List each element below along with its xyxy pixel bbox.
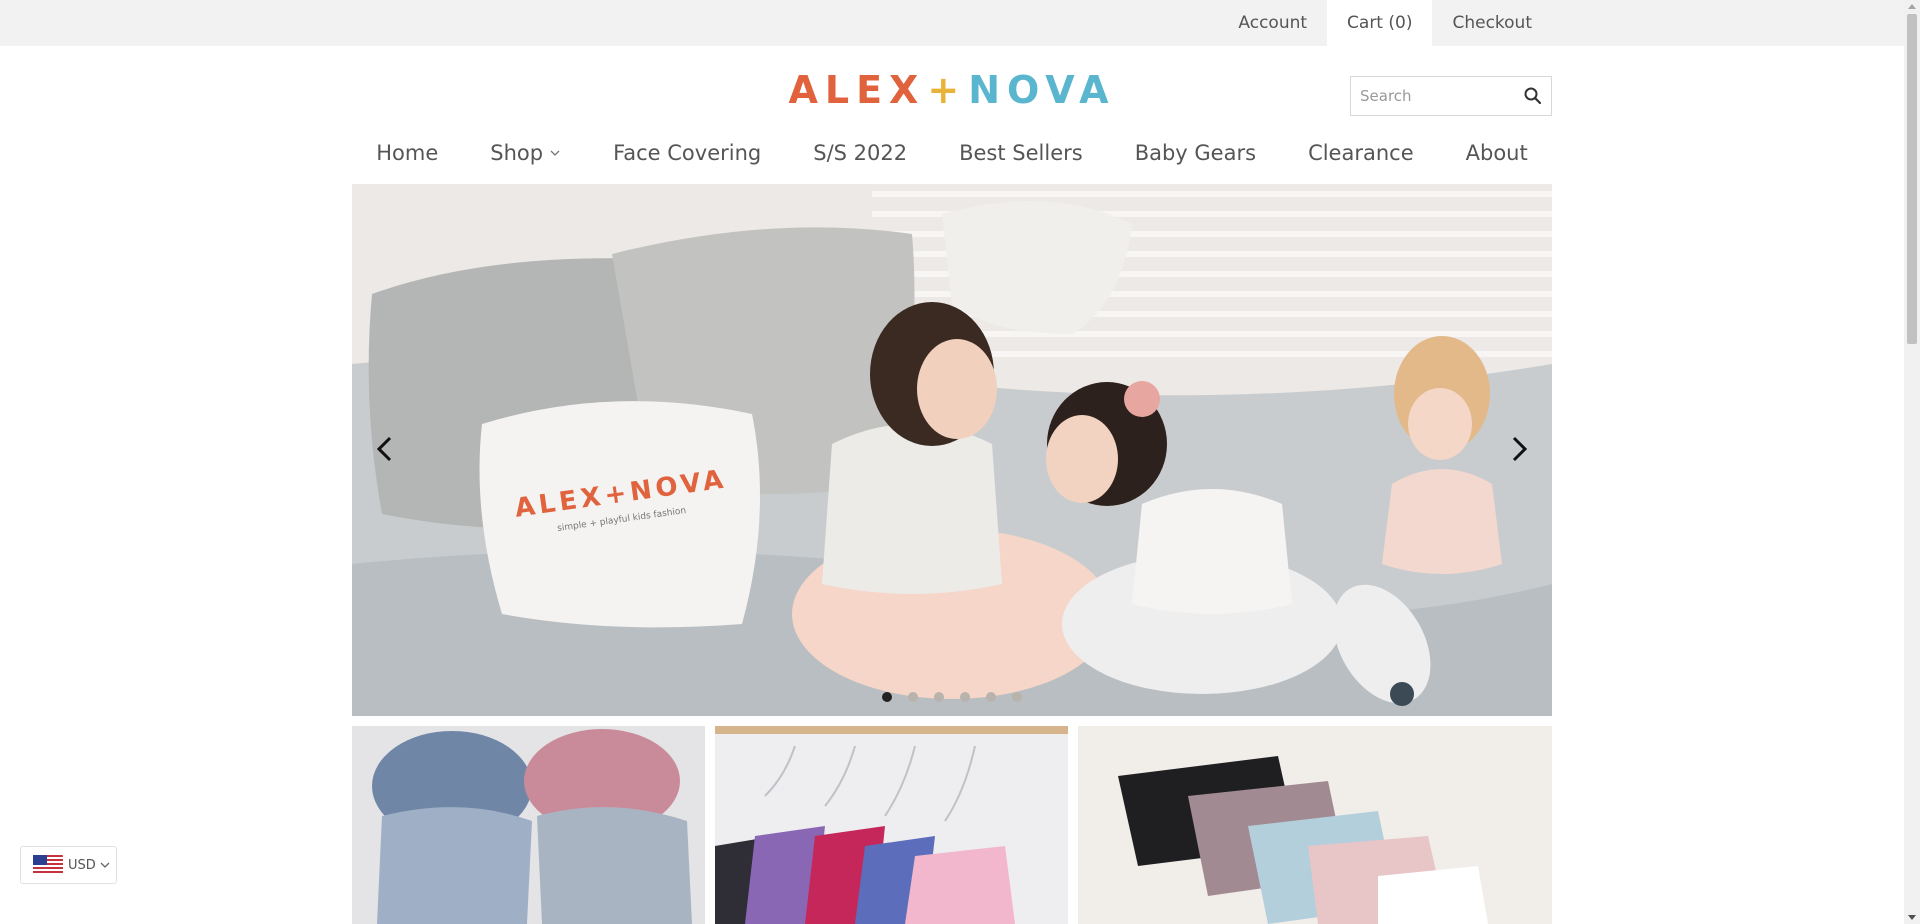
- nav-baby-gears[interactable]: Baby Gears: [1109, 141, 1282, 165]
- scrollbar-thumb[interactable]: [1907, 14, 1917, 344]
- category-tile-jackets[interactable]: [352, 726, 705, 924]
- slider-dot[interactable]: [934, 692, 944, 702]
- logo-plus: +: [927, 68, 967, 112]
- nav-shop-label: Shop: [490, 141, 544, 165]
- us-flag-icon: [33, 855, 63, 875]
- top-utility-bar: Account Cart (0) Checkout: [0, 0, 1904, 46]
- main-nav: Home Shop Face Covering S/S 2022 Best Se…: [352, 136, 1552, 170]
- nav-shop[interactable]: Shop: [464, 141, 587, 165]
- cart-link[interactable]: Cart (0): [1327, 0, 1433, 46]
- hero-slider: ALEX+NOVA simple + playful kids fashion: [352, 184, 1552, 716]
- search-box: [1350, 76, 1552, 116]
- nav-face-covering[interactable]: Face Covering: [587, 141, 787, 165]
- slider-next-arrow-icon[interactable]: [1504, 434, 1534, 464]
- logo-nova: NOVA: [968, 68, 1116, 112]
- slider-dots: [352, 692, 1552, 702]
- currency-code: USD: [68, 857, 96, 873]
- slider-prev-arrow-icon[interactable]: [370, 434, 400, 464]
- category-tile-skirts[interactable]: [715, 726, 1068, 924]
- chevron-down-icon: [100, 862, 110, 868]
- search-icon[interactable]: [1523, 86, 1543, 106]
- search-input[interactable]: [1351, 77, 1511, 115]
- hero-image: ALEX+NOVA simple + playful kids fashion: [352, 184, 1552, 716]
- nav-best-sellers[interactable]: Best Sellers: [933, 141, 1109, 165]
- scroll-down-icon[interactable]: [1908, 915, 1916, 920]
- tile-image: [352, 726, 705, 924]
- slider-dot[interactable]: [1012, 692, 1022, 702]
- category-tile-basics[interactable]: [1078, 726, 1552, 924]
- account-link[interactable]: Account: [1218, 0, 1327, 46]
- tile-image: [1078, 726, 1552, 924]
- logo-alex: ALEX: [788, 68, 926, 112]
- nav-home[interactable]: Home: [350, 141, 464, 165]
- slider-dot[interactable]: [986, 692, 996, 702]
- slider-dot[interactable]: [960, 692, 970, 702]
- nav-ss2022[interactable]: S/S 2022: [787, 141, 933, 165]
- account-links: Account Cart (0) Checkout: [1218, 0, 1552, 46]
- page-scrollbar[interactable]: [1904, 0, 1920, 924]
- scroll-up-icon[interactable]: [1908, 4, 1916, 9]
- tile-image: [715, 726, 1068, 924]
- nav-about[interactable]: About: [1440, 141, 1554, 165]
- slider-dot[interactable]: [908, 692, 918, 702]
- site-logo[interactable]: ALEX + NOVA: [788, 68, 1108, 112]
- checkout-link[interactable]: Checkout: [1432, 0, 1552, 46]
- slider-dot[interactable]: [882, 692, 892, 702]
- currency-selector[interactable]: USD: [20, 846, 117, 884]
- chevron-down-icon: [550, 150, 560, 156]
- nav-clearance[interactable]: Clearance: [1282, 141, 1440, 165]
